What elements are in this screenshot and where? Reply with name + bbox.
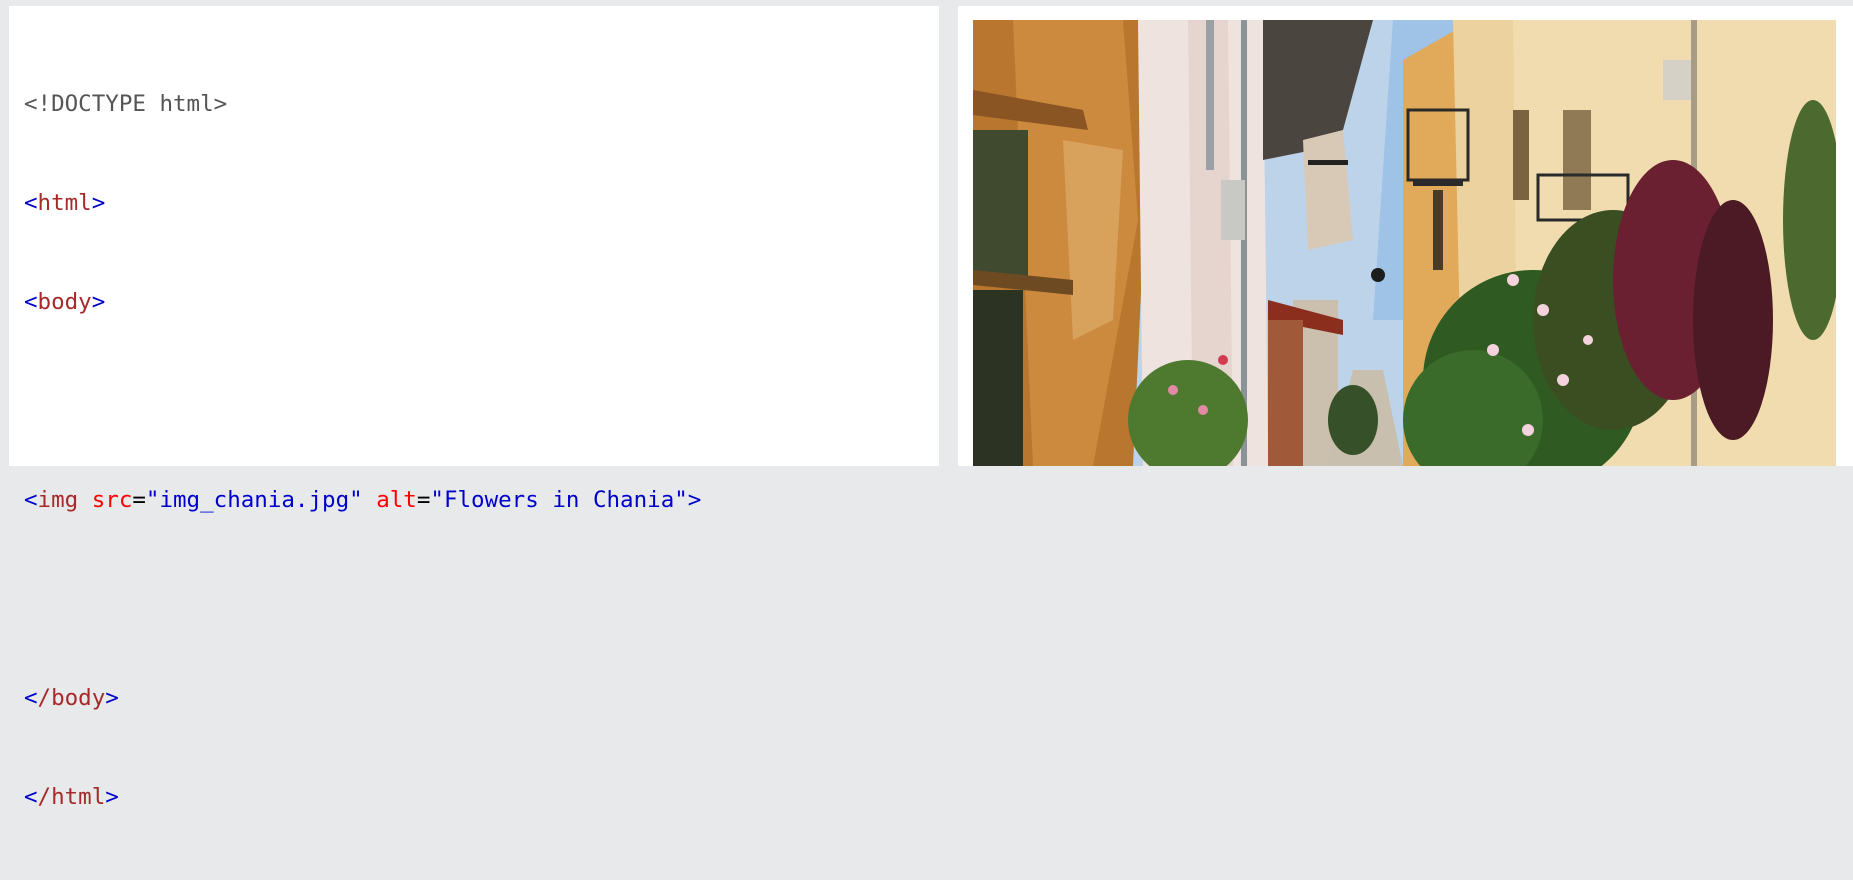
- attribute-name: src: [91, 487, 133, 513]
- bracket: <: [24, 685, 38, 711]
- code-line-doctype: <!DOCTYPE html>: [24, 88, 939, 121]
- bracket: >: [105, 784, 119, 810]
- equals-sign: =: [132, 487, 146, 513]
- tag-name: body: [37, 289, 92, 315]
- bracket: <: [24, 190, 38, 216]
- tag-name: /html: [37, 784, 106, 810]
- bracket: >: [91, 190, 106, 216]
- code-line-img: <img src="img_chania.jpg" alt="Flowers i…: [24, 484, 939, 517]
- code-line-body-open: <body>: [24, 286, 939, 319]
- result-panel: [958, 6, 1853, 466]
- code-editor-panel[interactable]: <!DOCTYPE html> <html> <body> <img src="…: [9, 6, 939, 810]
- bracket: <: [24, 487, 38, 513]
- tag-name: img: [37, 487, 79, 513]
- code-line-html-open: <html>: [24, 187, 939, 220]
- bracket: >: [91, 289, 106, 315]
- equals-sign: =: [416, 487, 431, 513]
- bracket: >: [687, 487, 702, 513]
- tag-name: /body: [37, 685, 106, 711]
- bracket: <: [24, 784, 38, 810]
- chania-street-photo: [973, 20, 1836, 466]
- bracket: <: [24, 289, 38, 315]
- code-line-body-close: </body>: [24, 682, 939, 715]
- code-line-html-close: </html>: [24, 781, 939, 814]
- rendered-image: [973, 20, 1836, 466]
- attribute-value: "Flowers in Chania": [430, 487, 688, 513]
- doctype-text: <!DOCTYPE html>: [24, 91, 228, 117]
- panel-resize-handle[interactable]: [939, 0, 958, 466]
- attribute-value: "img_chania.jpg": [145, 487, 363, 513]
- attribute-name: alt: [376, 487, 417, 513]
- tag-name: html: [37, 190, 92, 216]
- bracket: >: [105, 685, 119, 711]
- code-editor[interactable]: <!DOCTYPE html> <html> <body> <img src="…: [24, 22, 939, 880]
